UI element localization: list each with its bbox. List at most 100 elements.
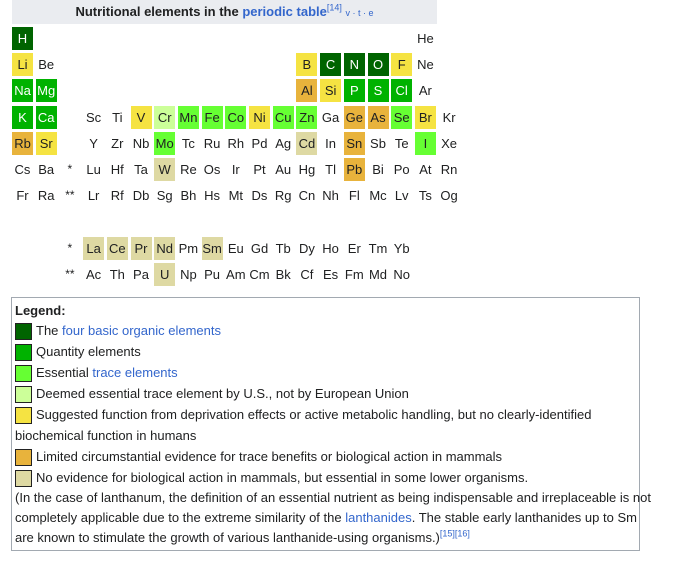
element-eu[interactable]: Eu: [225, 237, 246, 260]
element-th[interactable]: Th: [107, 263, 128, 286]
element-at[interactable]: At: [415, 158, 436, 181]
element-ca[interactable]: Ca: [35, 105, 57, 129]
element-ni[interactable]: Ni: [249, 105, 270, 129]
element-i[interactable]: I: [414, 131, 436, 155]
element-k[interactable]: K: [12, 105, 33, 129]
element-np[interactable]: Np: [178, 263, 199, 286]
element-ta[interactable]: Ta: [131, 158, 152, 181]
element-ir[interactable]: Ir: [225, 158, 246, 181]
element-be[interactable]: Be: [36, 53, 57, 76]
element-pd[interactable]: Pd: [249, 132, 270, 155]
element-es[interactable]: Es: [320, 263, 341, 286]
element-tc[interactable]: Tc: [178, 132, 199, 155]
element-tm[interactable]: Tm: [368, 237, 389, 260]
element-mn[interactable]: Mn: [177, 105, 199, 129]
element-b[interactable]: B: [296, 53, 318, 77]
element-ra[interactable]: Ra: [36, 184, 57, 207]
element-xe[interactable]: Xe: [439, 132, 460, 155]
element-cu[interactable]: Cu: [272, 105, 294, 129]
element-co[interactable]: Co: [225, 105, 247, 129]
element-se[interactable]: Se: [391, 105, 413, 129]
element-si[interactable]: Si: [320, 79, 342, 103]
element-pr[interactable]: Pr: [130, 237, 152, 260]
element-er[interactable]: Er: [344, 237, 365, 260]
element-mt[interactable]: Mt: [225, 184, 246, 207]
element-as[interactable]: As: [367, 105, 389, 129]
element-sc[interactable]: Sc: [83, 106, 104, 129]
element-au[interactable]: Au: [273, 158, 294, 181]
element-v[interactable]: V: [130, 105, 152, 129]
element-mc[interactable]: Mc: [368, 184, 389, 207]
element-br[interactable]: Br: [414, 105, 436, 129]
element-cs[interactable]: Cs: [12, 158, 33, 181]
element-cm[interactable]: Cm: [249, 263, 270, 286]
element-fe[interactable]: Fe: [201, 105, 223, 129]
element-am[interactable]: Am: [225, 263, 246, 286]
element-pa[interactable]: Pa: [131, 263, 152, 286]
element-ge[interactable]: Ge: [343, 105, 365, 129]
element-rn[interactable]: Rn: [439, 158, 460, 181]
element-mo[interactable]: Mo: [154, 131, 176, 155]
element-sn[interactable]: Sn: [343, 131, 365, 155]
element-nd[interactable]: Nd: [154, 237, 176, 260]
element-pb[interactable]: Pb: [343, 158, 365, 181]
element-ac[interactable]: Ac: [83, 263, 104, 286]
element-ho[interactable]: Ho: [320, 237, 341, 260]
element-y[interactable]: Y: [83, 132, 104, 155]
element-cd[interactable]: Cd: [296, 131, 318, 155]
element-pt[interactable]: Pt: [249, 158, 270, 181]
element-yb[interactable]: Yb: [391, 237, 412, 260]
element-ar[interactable]: Ar: [415, 79, 436, 102]
element-md[interactable]: Md: [368, 263, 389, 286]
element-db[interactable]: Db: [131, 184, 152, 207]
element-sr[interactable]: Sr: [35, 131, 57, 155]
element-bk[interactable]: Bk: [273, 263, 294, 286]
element-p[interactable]: P: [343, 79, 365, 103]
element-ds[interactable]: Ds: [249, 184, 270, 207]
element-kr[interactable]: Kr: [439, 106, 460, 129]
element-no[interactable]: No: [391, 263, 412, 286]
periodic-table-link[interactable]: periodic table: [242, 4, 327, 19]
element-c[interactable]: C: [320, 53, 342, 77]
element-lr[interactable]: Lr: [83, 184, 104, 207]
title-ref[interactable]: [14]: [327, 3, 342, 13]
element-bi[interactable]: Bi: [368, 158, 389, 181]
element-sb[interactable]: Sb: [368, 132, 389, 155]
element-h[interactable]: H: [12, 27, 33, 50]
element-hg[interactable]: Hg: [296, 158, 317, 181]
element-nb[interactable]: Nb: [131, 132, 152, 155]
element-fl[interactable]: Fl: [344, 184, 365, 207]
element-lv[interactable]: Lv: [391, 184, 412, 207]
element-w[interactable]: W: [154, 158, 176, 181]
element-cf[interactable]: Cf: [296, 263, 317, 286]
element-os[interactable]: Os: [202, 158, 223, 181]
element-dy[interactable]: Dy: [296, 237, 317, 260]
element-al[interactable]: Al: [296, 79, 318, 103]
element-pu[interactable]: Pu: [202, 263, 223, 286]
element-in[interactable]: In: [320, 132, 341, 155]
element-zn[interactable]: Zn: [296, 105, 318, 129]
element-na[interactable]: Na: [12, 79, 33, 103]
element-ce[interactable]: Ce: [106, 237, 128, 260]
element-s[interactable]: S: [367, 79, 389, 103]
element-fm[interactable]: Fm: [344, 263, 365, 286]
element-te[interactable]: Te: [391, 132, 412, 155]
element-cl[interactable]: Cl: [391, 79, 413, 103]
element-re[interactable]: Re: [178, 158, 199, 181]
element-cn[interactable]: Cn: [296, 184, 317, 207]
element-rh[interactable]: Rh: [225, 132, 246, 155]
element-o[interactable]: O: [367, 53, 389, 77]
element-f[interactable]: F: [391, 53, 413, 77]
element-li[interactable]: Li: [12, 53, 33, 77]
element-ga[interactable]: Ga: [320, 106, 341, 129]
element-rb[interactable]: Rb: [12, 131, 33, 155]
element-tl[interactable]: Tl: [320, 158, 341, 181]
element-ag[interactable]: Ag: [273, 132, 294, 155]
element-la[interactable]: La: [83, 237, 105, 260]
element-sm[interactable]: Sm: [201, 237, 223, 260]
element-ba[interactable]: Ba: [36, 158, 57, 181]
element-u[interactable]: U: [154, 263, 176, 287]
vte-links[interactable]: v · t · e: [346, 8, 374, 18]
element-nh[interactable]: Nh: [320, 184, 341, 207]
legend-note-refs[interactable]: [15][16]: [440, 529, 470, 539]
